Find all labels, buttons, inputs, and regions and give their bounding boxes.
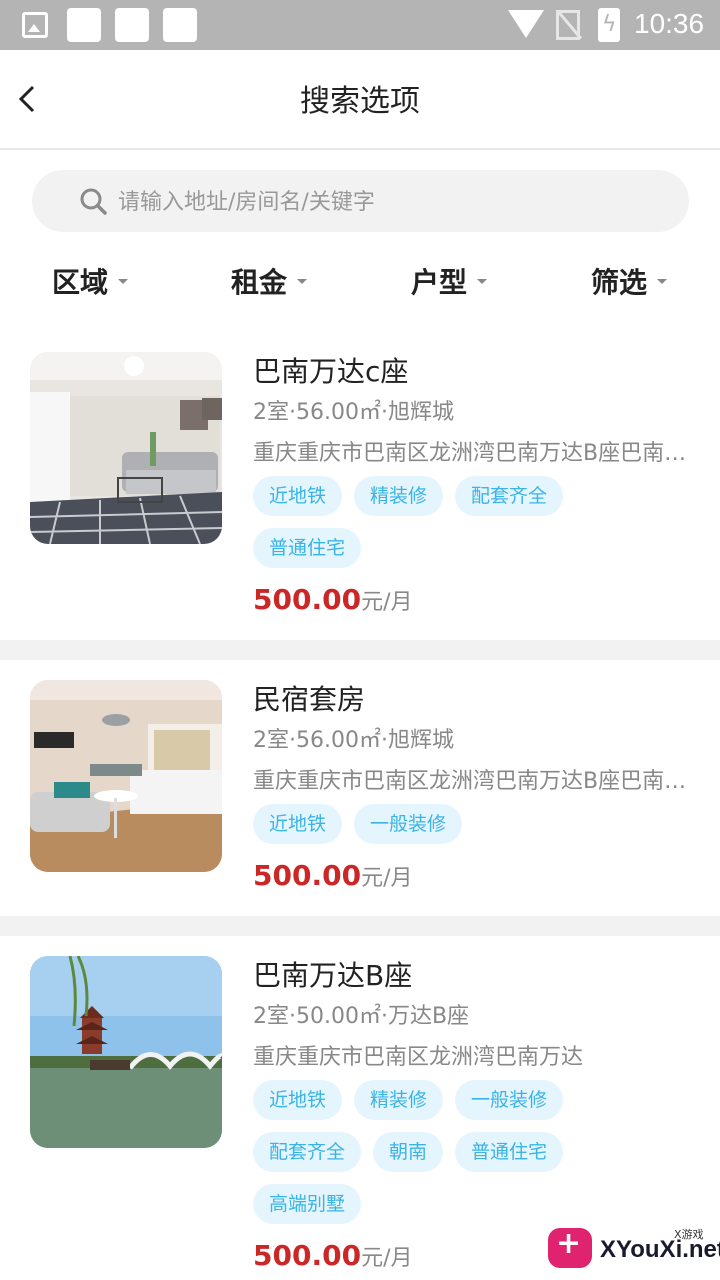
filter-label: 户型 bbox=[411, 266, 468, 299]
site-watermark: X游戏 XYouXi.net bbox=[540, 1222, 720, 1280]
price-line: 500.00元/月 bbox=[253, 580, 693, 620]
search-input[interactable] bbox=[116, 182, 660, 222]
tag-list: 近地铁 精装修 一般装修 配套齐全 朝南 普通住宅 高端别墅 bbox=[253, 1080, 693, 1236]
price-unit: 元/月 bbox=[361, 590, 413, 615]
filter-bar: 区域 租金 户型 筛选 bbox=[0, 256, 720, 306]
divider bbox=[0, 916, 720, 936]
notification-icon bbox=[163, 8, 197, 42]
tag: 普通住宅 bbox=[455, 1132, 564, 1172]
tag: 一般装修 bbox=[354, 804, 463, 844]
gamepad-logo-icon bbox=[548, 1226, 592, 1268]
listing-spec: 2室·56.00㎡·旭辉城 bbox=[253, 400, 454, 425]
tag: 近地铁 bbox=[253, 804, 343, 844]
caret-down-icon bbox=[477, 278, 488, 284]
search-icon bbox=[80, 188, 107, 215]
tag: 朝南 bbox=[373, 1132, 444, 1172]
tag: 近地铁 bbox=[253, 476, 343, 516]
listing-address: 重庆重庆市巴南区龙洲湾巴南万达 bbox=[253, 1045, 584, 1070]
price: 500.00 bbox=[253, 859, 362, 892]
battery-charging-icon bbox=[598, 8, 620, 42]
living-room-photo bbox=[30, 352, 222, 544]
status-bar: 10:36 bbox=[0, 0, 720, 50]
tag: 一般装修 bbox=[455, 1080, 564, 1120]
tag: 普通住宅 bbox=[253, 528, 362, 568]
tag-list: 近地铁 一般装修 bbox=[253, 804, 693, 856]
nav-bar: 搜索选项 bbox=[0, 50, 720, 150]
price: 500.00 bbox=[253, 1239, 362, 1272]
watermark-text: XYouXi.net bbox=[600, 1236, 720, 1263]
filter-area[interactable]: 区域 bbox=[52, 256, 129, 306]
tag: 配套齐全 bbox=[455, 476, 564, 516]
listing-photo bbox=[30, 680, 222, 872]
search-bar[interactable] bbox=[32, 170, 689, 232]
listing-card[interactable]: 民宿套房 2室·56.00㎡·旭辉城 重庆重庆市巴南区龙洲湾巴南万达B座巴南万达… bbox=[0, 680, 720, 916]
listing-title: 巴南万达B座 bbox=[253, 959, 413, 992]
page-title: 搜索选项 bbox=[300, 84, 420, 119]
tag: 精装修 bbox=[354, 476, 444, 516]
price-unit: 元/月 bbox=[361, 1246, 413, 1271]
listing-card[interactable]: 巴南万达c座 2室·56.00㎡·旭辉城 重庆重庆市巴南区龙洲湾巴南万达B座巴南… bbox=[0, 352, 720, 640]
listing-photo bbox=[30, 956, 222, 1148]
listing-photo bbox=[30, 352, 222, 544]
caret-down-icon bbox=[118, 278, 129, 284]
filter-label: 区域 bbox=[52, 266, 109, 299]
clock: 10:36 bbox=[634, 8, 705, 39]
listing-title: 巴南万达c座 bbox=[253, 355, 409, 388]
caret-down-icon bbox=[297, 278, 308, 284]
filter-more[interactable]: 筛选 bbox=[591, 256, 668, 306]
listing-spec: 2室·50.00㎡·万达B座 bbox=[253, 1004, 470, 1029]
caret-down-icon bbox=[657, 278, 668, 284]
price-line: 500.00元/月 bbox=[253, 856, 693, 896]
tag-list: 近地铁 精装修 配套齐全 普通住宅 bbox=[253, 476, 693, 580]
tag: 高端别墅 bbox=[253, 1184, 362, 1224]
notification-icon bbox=[115, 8, 149, 42]
price-unit: 元/月 bbox=[361, 866, 413, 891]
listing-address: 重庆重庆市巴南区龙洲湾巴南万达B座巴南万达 bbox=[253, 441, 693, 466]
filter-rent[interactable]: 租金 bbox=[231, 256, 308, 306]
price: 500.00 bbox=[253, 583, 362, 616]
wifi-icon bbox=[508, 10, 544, 38]
filter-layout[interactable]: 户型 bbox=[411, 256, 488, 306]
pagoda-lake-photo bbox=[30, 956, 222, 1148]
filter-label: 租金 bbox=[231, 266, 288, 299]
divider bbox=[0, 640, 720, 660]
listing-info: 巴南万达c座 2室·56.00㎡·旭辉城 重庆重庆市巴南区龙洲湾巴南万达B座巴南… bbox=[253, 352, 693, 620]
notification-icon bbox=[67, 8, 101, 42]
filter-label: 筛选 bbox=[591, 266, 648, 299]
tag: 精装修 bbox=[354, 1080, 444, 1120]
bedroom-photo bbox=[30, 680, 222, 872]
listing-address: 重庆重庆市巴南区龙洲湾巴南万达B座巴南万达 bbox=[253, 769, 693, 794]
listing-spec: 2室·56.00㎡·旭辉城 bbox=[253, 728, 454, 753]
listing-title: 民宿套房 bbox=[253, 683, 366, 716]
tag: 配套齐全 bbox=[253, 1132, 362, 1172]
no-sim-icon bbox=[556, 10, 580, 40]
gallery-notification-icon bbox=[22, 12, 48, 38]
tag: 近地铁 bbox=[253, 1080, 343, 1120]
listing-info: 民宿套房 2室·56.00㎡·旭辉城 重庆重庆市巴南区龙洲湾巴南万达B座巴南万达… bbox=[253, 680, 693, 896]
